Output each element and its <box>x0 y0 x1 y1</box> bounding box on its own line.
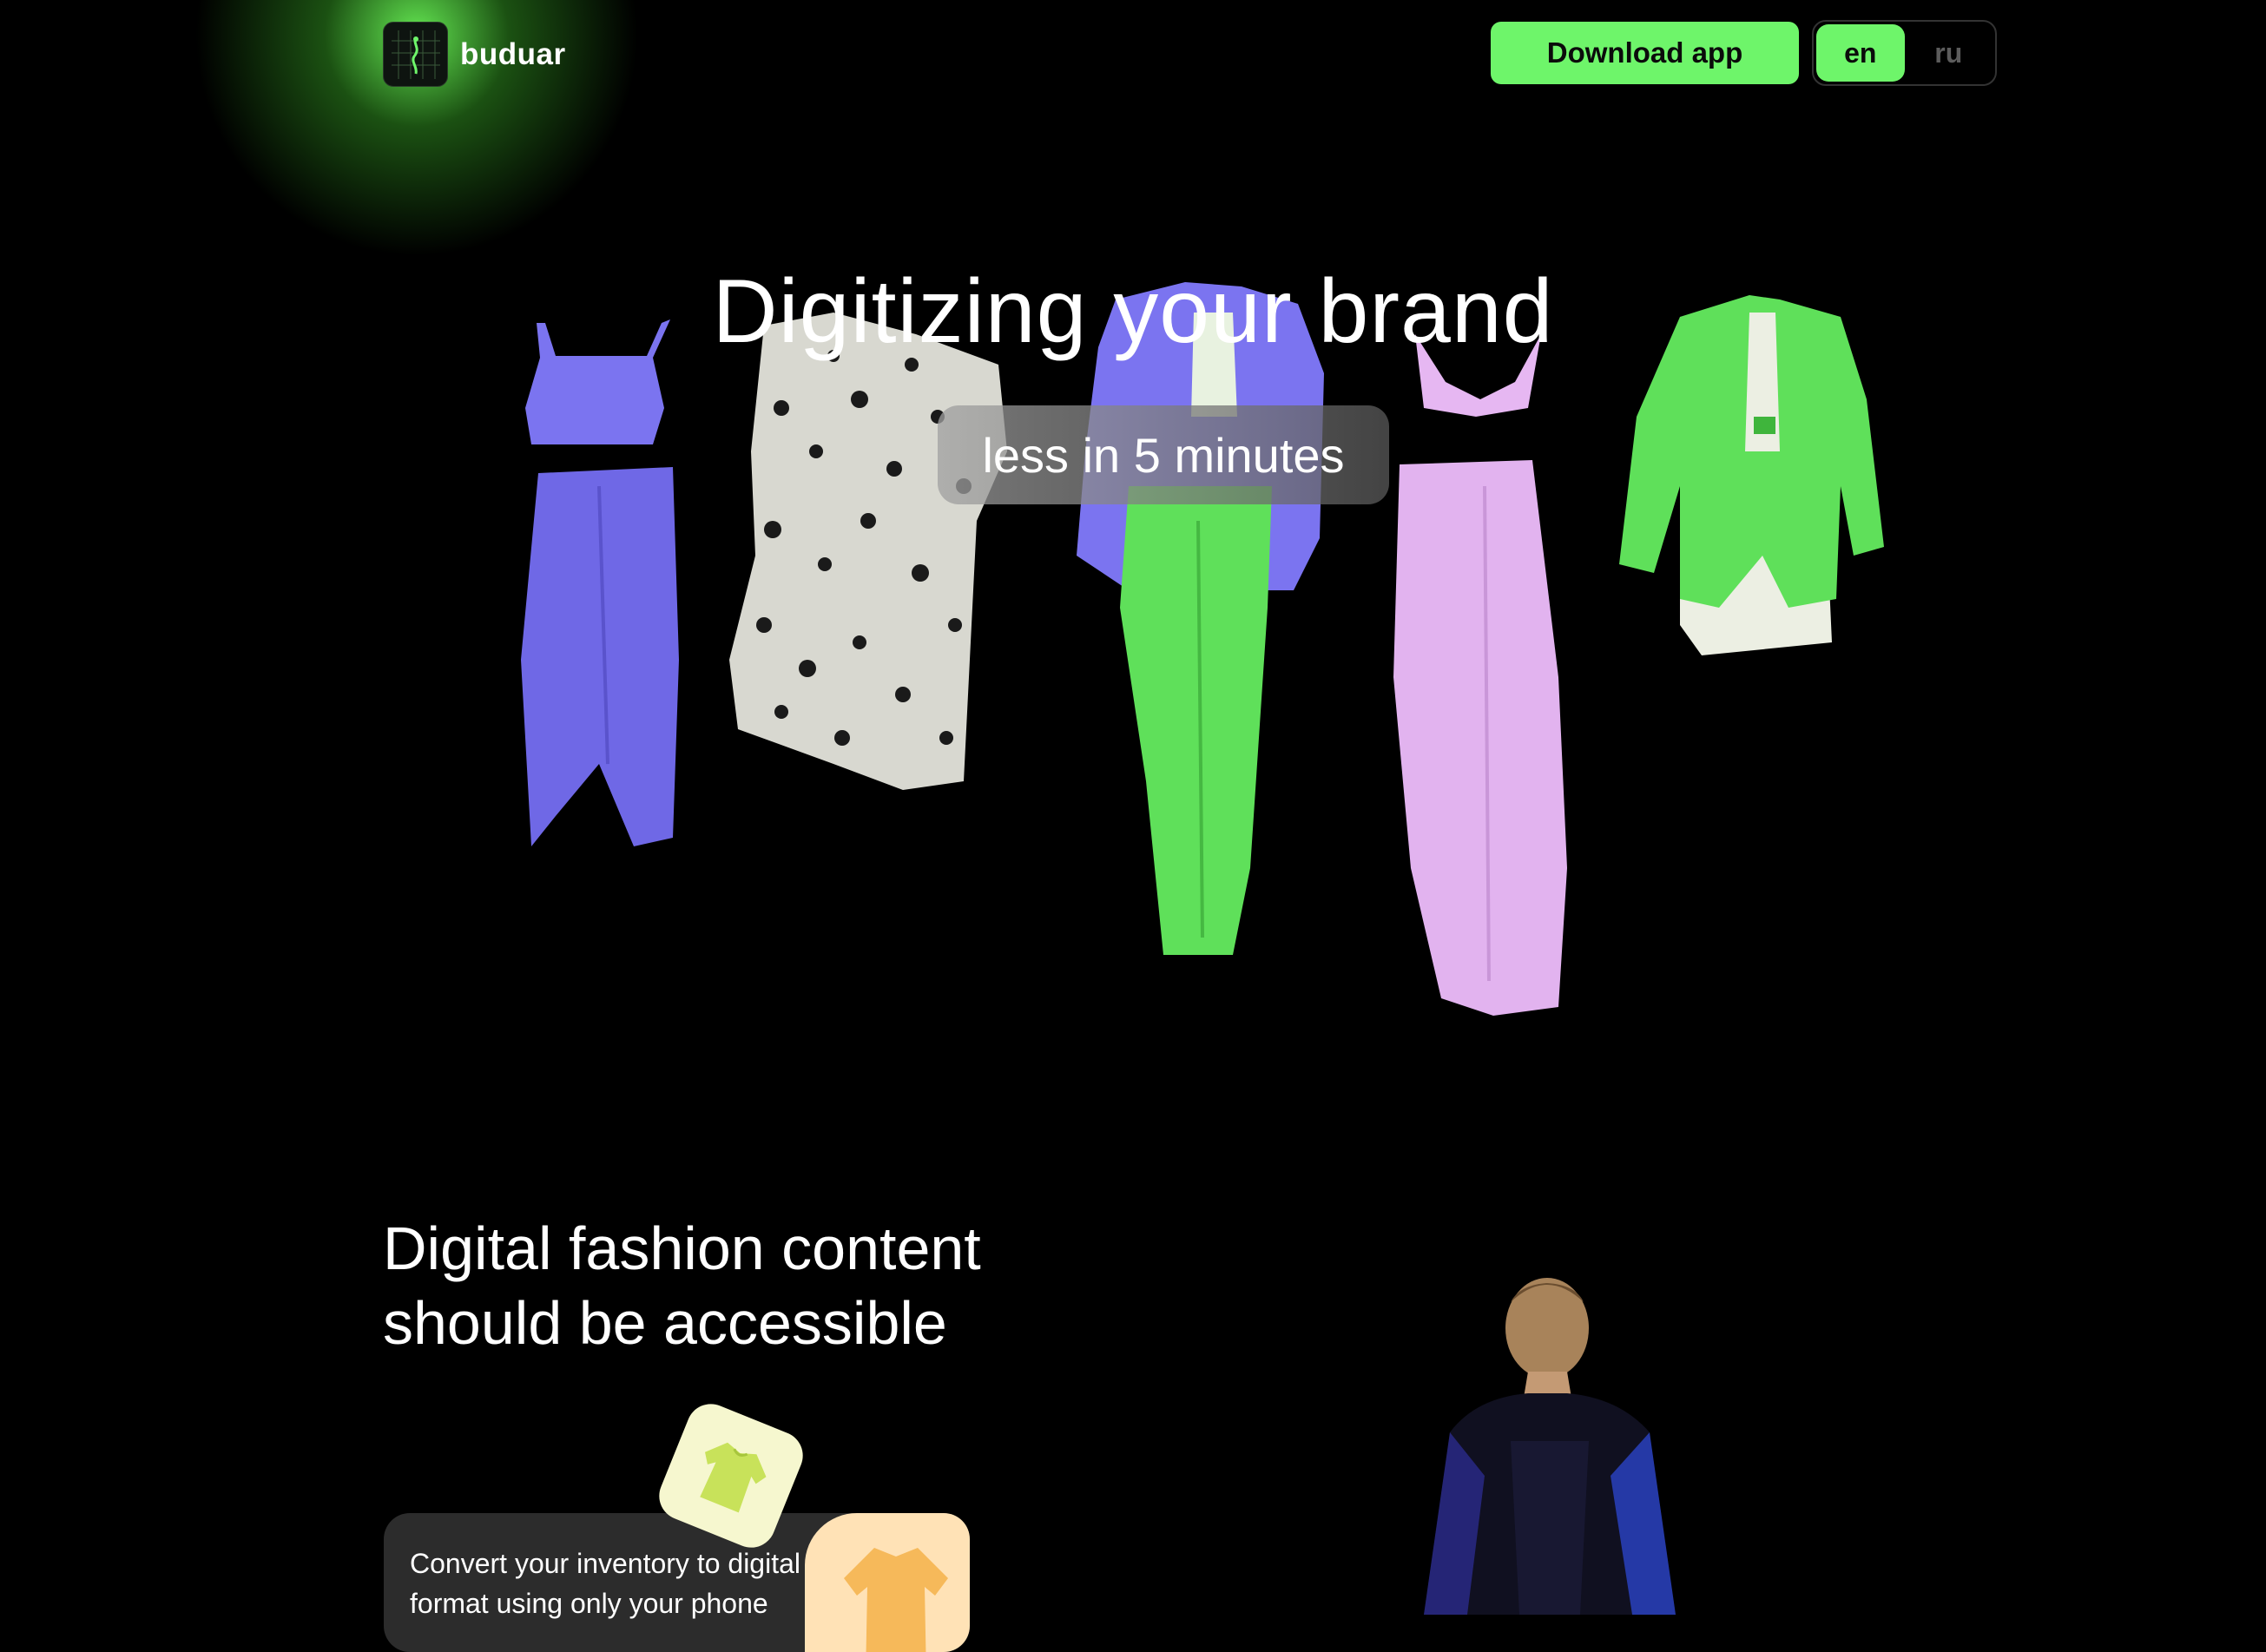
hero-garments-illustration <box>521 282 1884 1016</box>
garment-pink-set <box>1393 334 1567 1016</box>
section-title: Digital fashion content should be access… <box>383 1214 981 1357</box>
shirt-icon <box>844 1548 948 1652</box>
hero-title: Digitizing your brand <box>712 261 1554 362</box>
sweater-icon <box>700 1442 767 1513</box>
garment-thumbnail <box>805 1513 970 1652</box>
model-figure-image <box>1424 1278 1676 1615</box>
hero-subtitle-pill: less in 5 minutes <box>938 405 1389 504</box>
feature-card[interactable]: Convert your inventory to digital format… <box>384 1513 970 1652</box>
garment-blazer-pants <box>1077 282 1324 955</box>
garment-leopard-dress <box>729 313 1007 790</box>
garment-purple-top-skirt <box>521 319 679 846</box>
feature-card-text: Convert your inventory to digital format… <box>410 1548 800 1619</box>
